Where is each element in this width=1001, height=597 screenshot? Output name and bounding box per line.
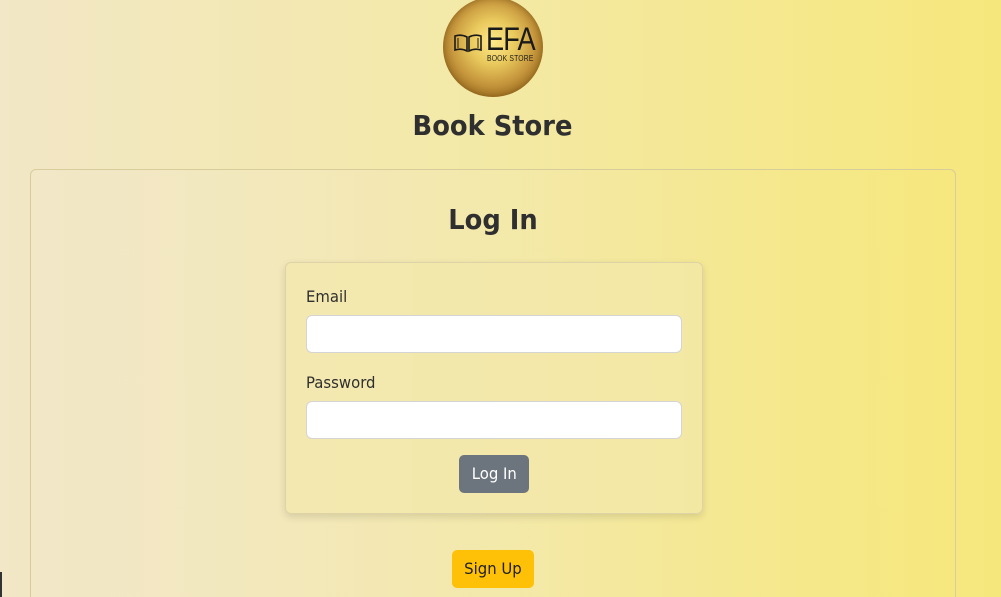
password-field[interactable] xyxy=(306,401,682,439)
login-form: Email Password Log In xyxy=(285,262,703,514)
login-button[interactable]: Log In xyxy=(459,455,529,493)
password-label: Password xyxy=(306,373,376,392)
site-header: EFA BOOK STORE Book Store xyxy=(0,0,1001,160)
logo-text: EFA xyxy=(486,21,536,57)
logo-subtext: BOOK STORE xyxy=(487,54,534,63)
email-label: Email xyxy=(306,287,348,306)
site-title: Book Store xyxy=(412,109,573,142)
email-field[interactable] xyxy=(306,315,682,353)
page-edge-marker xyxy=(0,572,2,597)
book-icon xyxy=(454,34,482,53)
login-title: Log In xyxy=(448,203,538,236)
login-panel: Log In Email Password Log In Sign Up xyxy=(30,169,956,597)
signup-button[interactable]: Sign Up xyxy=(452,550,534,588)
login-button-label: Log In xyxy=(471,464,517,483)
signup-button-label: Sign Up xyxy=(464,559,522,578)
brand-logo[interactable]: EFA BOOK STORE xyxy=(443,0,543,97)
